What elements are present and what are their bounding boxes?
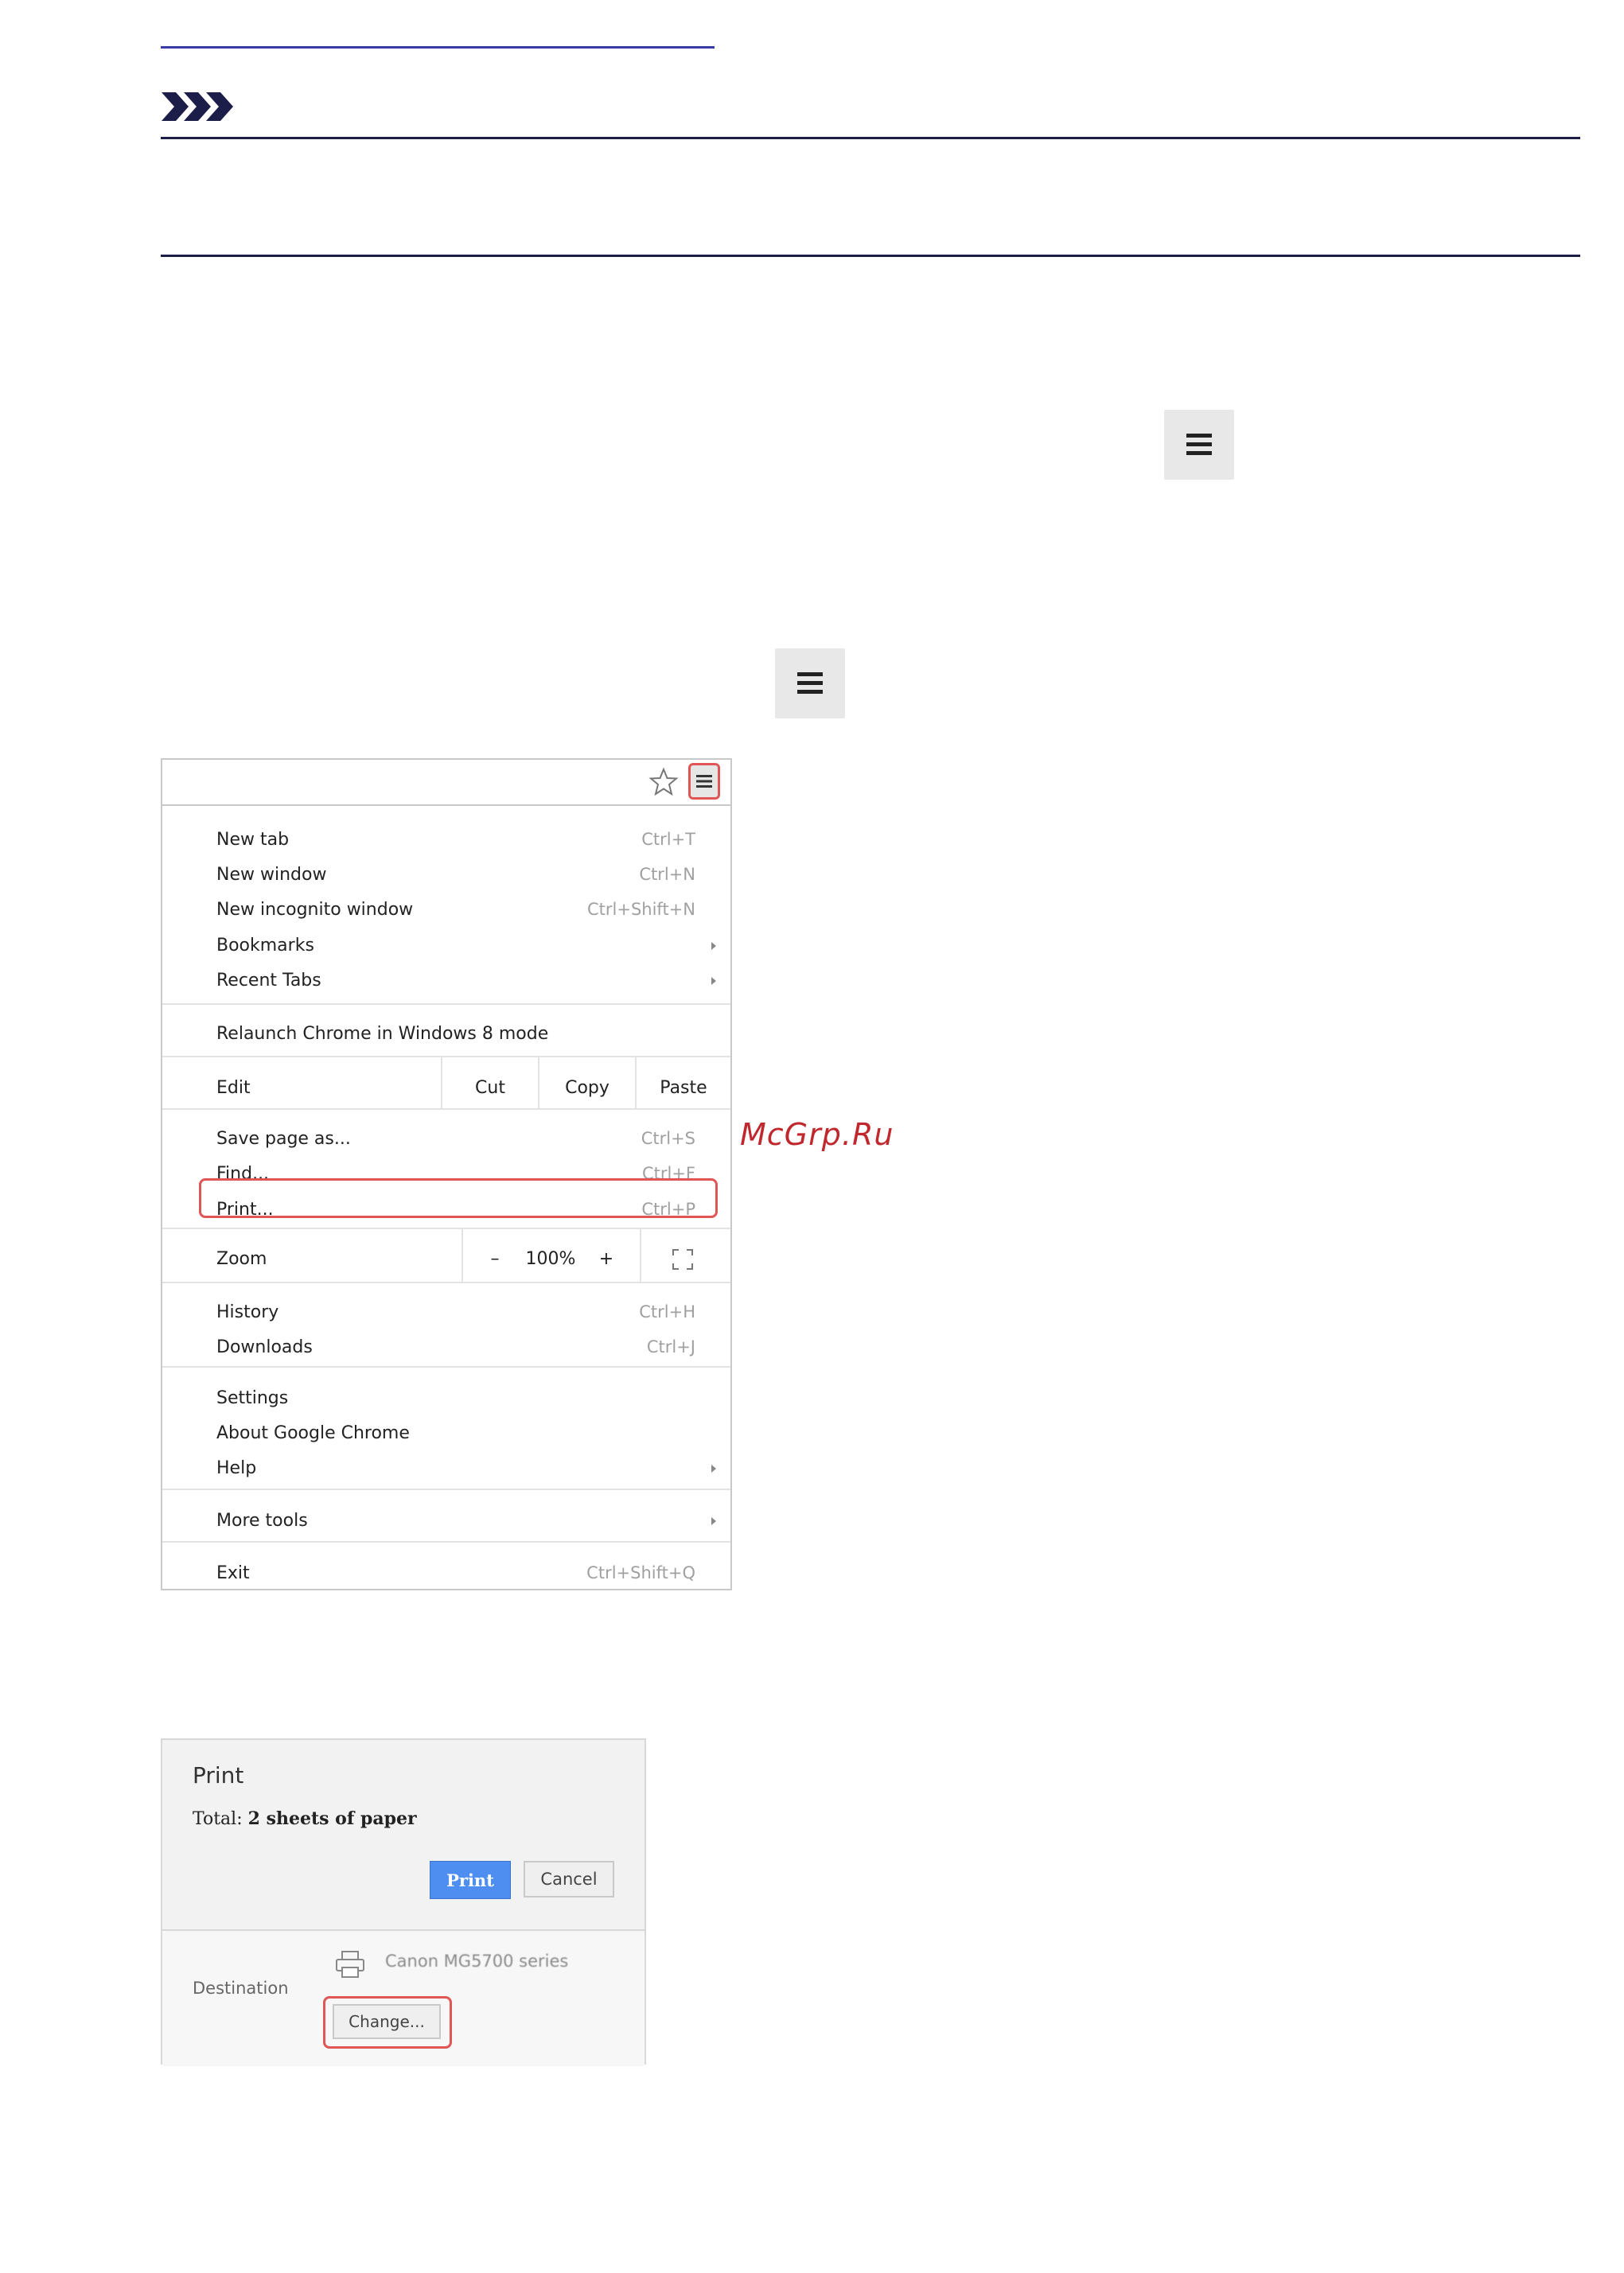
link-underline[interactable] <box>161 46 715 49</box>
submenu-arrow-icon <box>711 1465 716 1473</box>
cut-button[interactable]: Cut <box>442 1072 538 1103</box>
menu-item-about[interactable]: About Google Chrome <box>216 1417 695 1449</box>
address-bar[interactable] <box>162 760 730 806</box>
print-total: Total: 2 sheets of paper <box>193 1808 417 1829</box>
note-bottom-rule <box>161 255 1580 257</box>
menu-item-exit[interactable]: Exit Ctrl+Shift+Q <box>216 1557 695 1589</box>
hamburger-icon <box>1186 434 1212 455</box>
menu-separator <box>162 1056 730 1057</box>
menu-item-save-page[interactable]: Save page as... Ctrl+S <box>216 1123 695 1154</box>
chrome-menu-button[interactable] <box>688 763 720 800</box>
paste-button[interactable]: Paste <box>637 1072 730 1103</box>
chrome-menu-icon <box>1164 410 1234 480</box>
menu-item-relaunch[interactable]: Relaunch Chrome in Windows 8 mode <box>216 1018 695 1049</box>
zoom-divider <box>640 1229 641 1282</box>
chrome-menu-icon <box>775 648 845 718</box>
cancel-button[interactable]: Cancel <box>524 1861 614 1897</box>
zoom-divider <box>461 1229 463 1282</box>
watermark-text: McGrp.Ru <box>740 1117 894 1152</box>
note-icon <box>162 92 233 121</box>
menu-separator <box>162 1228 730 1229</box>
change-button[interactable]: Change... <box>333 2004 441 2039</box>
copy-button[interactable]: Copy <box>539 1072 635 1103</box>
menu-separator <box>162 1541 730 1543</box>
menu-separator <box>162 1108 730 1110</box>
menu-item-settings[interactable]: Settings <box>216 1382 695 1414</box>
menu-item-help[interactable]: Help <box>216 1452 695 1484</box>
submenu-arrow-icon <box>711 942 716 950</box>
submenu-arrow-icon <box>711 1517 716 1525</box>
menu-item-downloads[interactable]: Downloads Ctrl+J <box>216 1331 695 1363</box>
bookmark-star-icon[interactable] <box>648 766 680 798</box>
hamburger-icon <box>696 775 712 788</box>
note-top-rule <box>161 137 1580 139</box>
submenu-arrow-icon <box>711 977 716 985</box>
menu-item-history[interactable]: History Ctrl+H <box>216 1296 695 1328</box>
menu-separator <box>162 1366 730 1368</box>
printer-icon <box>336 1951 364 1978</box>
menu-item-new-incognito[interactable]: New incognito window Ctrl+Shift+N <box>216 893 695 925</box>
menu-item-new-tab[interactable]: New tab Ctrl+T <box>216 823 695 855</box>
destination-label: Destination <box>193 1979 289 1998</box>
hamburger-icon <box>797 672 823 694</box>
menu-item-recent-tabs[interactable]: Recent Tabs <box>216 964 695 996</box>
print-dialog: Print Total: 2 sheets of paper Print Can… <box>161 1738 646 2066</box>
zoom-in-button[interactable]: + <box>589 1243 624 1275</box>
fullscreen-icon[interactable] <box>672 1248 694 1271</box>
print-dialog-title: Print <box>193 1762 244 1788</box>
menu-item-bookmarks[interactable]: Bookmarks <box>216 929 695 961</box>
zoom-out-button[interactable]: – <box>477 1243 512 1275</box>
menu-item-more-tools[interactable]: More tools <box>216 1504 695 1536</box>
menu-separator <box>162 1489 730 1490</box>
print-highlight <box>199 1178 718 1218</box>
printer-name: Canon MG5700 series <box>385 1952 569 1971</box>
print-button[interactable]: Print <box>430 1861 511 1899</box>
menu-separator <box>162 1003 730 1005</box>
chrome-menu: New tab Ctrl+T New window Ctrl+N New inc… <box>161 758 732 1590</box>
menu-item-new-window[interactable]: New window Ctrl+N <box>216 858 695 890</box>
zoom-level: 100% <box>525 1248 576 1269</box>
menu-separator <box>162 1282 730 1283</box>
